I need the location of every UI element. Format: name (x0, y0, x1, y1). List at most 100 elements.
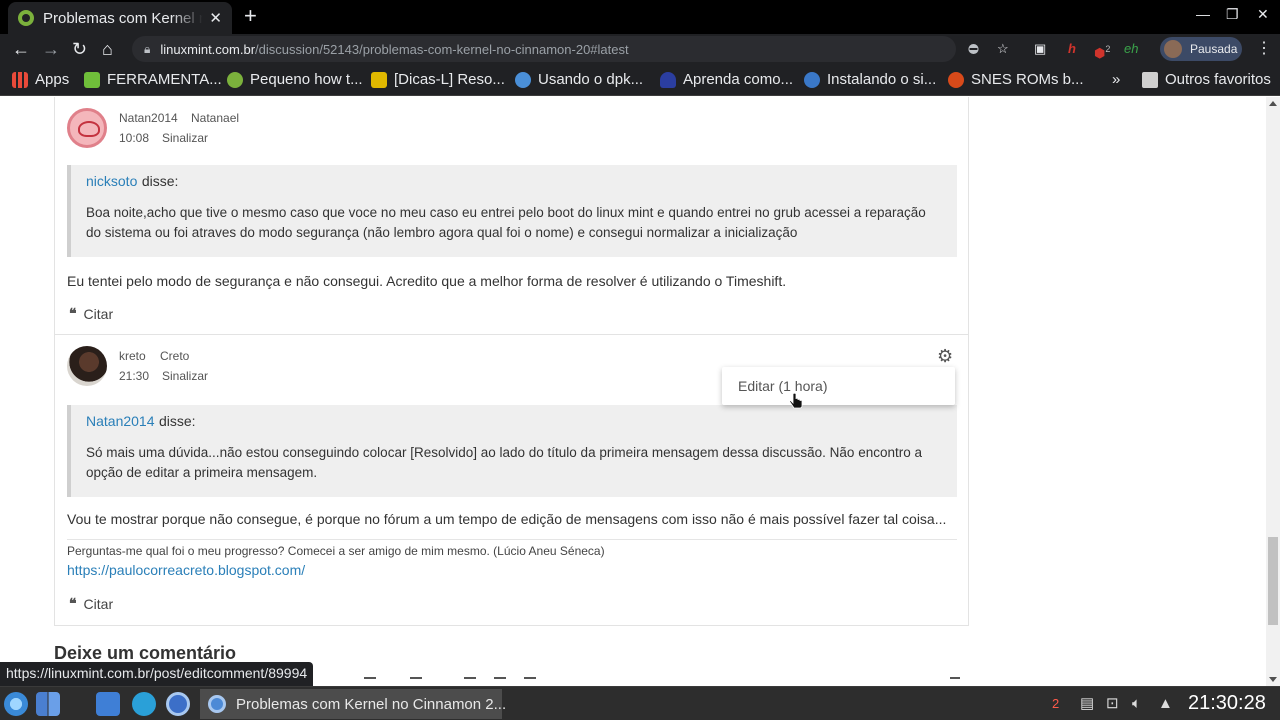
start-menu-icon[interactable] (4, 692, 28, 716)
forward-arrow-icon[interactable]: → (42, 38, 60, 60)
globe-icon (515, 71, 531, 88)
home-icon[interactable]: ⌂ (102, 38, 113, 60)
address-bar[interactable]: 🔒︎ linuxmint.com.br/discussion/52143/pro… (132, 36, 956, 62)
comment-username[interactable]: kreto (119, 349, 146, 363)
signature-text: Perguntas-me qual foi o meu progresso? C… (67, 544, 605, 558)
bookmark-label: Aprenda como... (683, 71, 794, 88)
cite-button[interactable]: ❝ Citar (69, 305, 113, 322)
edit-comment-menu-item[interactable]: Editar (1 hora) (738, 378, 827, 394)
align-center-icon[interactable] (494, 677, 506, 681)
workspace-switcher-icon[interactable] (36, 692, 60, 716)
telegram-icon[interactable] (132, 692, 156, 716)
bookmark-dicas-l[interactable]: [Dicas-L] Reso... (371, 71, 505, 88)
desktop-taskbar: Problemas com Kernel no Cinnamon 2... 2 … (0, 686, 1280, 720)
translate-blocked-icon[interactable]: ⛔︎ (968, 40, 979, 58)
quote-text: Só mais uma dúvida...não estou conseguin… (86, 445, 922, 480)
h-extension-icon[interactable]: h (1068, 40, 1076, 58)
gear-icon[interactable]: ⚙ (937, 347, 955, 365)
bookmarks-overflow-icon[interactable]: » (1112, 71, 1120, 88)
comment-username[interactable]: Natan2014 (119, 111, 178, 125)
bookmark-label: FERRAMENTA... (107, 71, 222, 88)
fullscreen-icon[interactable] (950, 677, 960, 681)
bookmark-aprenda-como[interactable]: Aprenda como... (660, 71, 793, 88)
quote-block: nicksoto disse: Boa noite,acho que tive … (67, 165, 957, 257)
taskbar-window-chromium[interactable]: Problemas com Kernel no Cinnamon 2... (200, 689, 506, 719)
volume-icon[interactable]: 🔈︎ (1132, 695, 1141, 713)
avatar[interactable] (67, 346, 107, 386)
quote-said: disse: (141, 173, 179, 189)
chromium-icon[interactable] (166, 692, 190, 716)
chromium-small-icon (208, 695, 226, 713)
bookmark-usando-dpkg[interactable]: Usando o dpk... (515, 71, 643, 88)
comment-fullname: Creto (160, 349, 190, 363)
dicas-l-icon (371, 71, 387, 88)
minimize-window-icon[interactable]: — (1196, 6, 1210, 22)
bookmark-snes-roms[interactable]: SNES ROMs b... (948, 71, 1084, 88)
bookmark-instalando[interactable]: Instalando o si... (804, 71, 936, 88)
bookmark-label: Usando o dpk... (538, 71, 644, 88)
quote-author-link[interactable]: nicksoto (86, 173, 137, 189)
browser-menu-icon[interactable]: ⋮ (1256, 38, 1272, 58)
new-tab-button[interactable]: + (244, 4, 257, 28)
profile-button[interactable]: Pausada (1160, 37, 1242, 61)
bookmark-apps[interactable]: Apps (12, 71, 69, 88)
flag-link[interactable]: Sinalizar (162, 369, 208, 383)
flag-link[interactable]: Sinalizar (162, 131, 208, 145)
quote-text: Boa noite,acho que tive o mesmo caso que… (86, 205, 926, 240)
network-icon[interactable]: ⊡ (1106, 695, 1119, 713)
taskbar-clock[interactable]: 21:30:28 (1188, 692, 1266, 715)
browser-tab-active[interactable]: Problemas com Kernel no Cinnamon 20 ✕ (8, 2, 232, 34)
leave-comment-heading: Deixe um comentário (54, 643, 237, 663)
scroll-up-arrow-icon[interactable] (1269, 101, 1277, 106)
comment-time[interactable]: 10:08 (119, 131, 149, 145)
scroll-down-arrow-icon[interactable] (1269, 677, 1277, 682)
profile-avatar (1164, 40, 1182, 58)
avatar[interactable] (67, 108, 107, 148)
back-arrow-icon[interactable]: ← (12, 38, 30, 60)
scroll-thumb[interactable] (1268, 537, 1278, 625)
bookmark-pequeno-how-to[interactable]: Pequeno how t... (227, 71, 363, 88)
bookmark-label: Pequeno how t... (250, 71, 363, 88)
ublock-extension-icon[interactable]: ⬢2 (1094, 40, 1110, 62)
restore-window-icon[interactable]: ❐ (1226, 6, 1239, 23)
bookmark-ferramenta[interactable]: FERRAMENTA... (84, 71, 222, 88)
page-viewport: Natan2014 Natanael 10:08 Sinalizar nicks… (0, 97, 1266, 686)
wordpress-icon (804, 71, 820, 88)
comment-fullname: Natanael (191, 111, 240, 125)
comment-natan2014: Natan2014 Natanael 10:08 Sinalizar nicks… (54, 97, 969, 335)
bookmark-label: Instalando o si... (827, 71, 937, 88)
cite-label: Citar (83, 595, 114, 612)
tab-close-icon[interactable]: ✕ (209, 9, 222, 27)
quote-author-link[interactable]: Natan2014 (86, 413, 155, 429)
files-folder-icon[interactable] (96, 692, 120, 716)
taskbar-window-title: Problemas com Kernel no Cinnamon 2... (236, 695, 507, 713)
signature-divider (67, 539, 957, 540)
bookmark-label: SNES ROMs b... (971, 71, 1084, 88)
bookmark-star-icon[interactable]: ☆ (997, 40, 1009, 58)
url-host: linuxmint.com.br (160, 41, 256, 57)
format-icon[interactable] (364, 677, 376, 681)
tray-expand-icon[interactable]: ▲ (1158, 695, 1173, 713)
comment-time[interactable]: 21:30 (119, 369, 149, 383)
signature-link[interactable]: https://paulocorreacreto.blogspot.com/ (67, 562, 305, 578)
image-icon[interactable] (410, 677, 422, 681)
lock-icon[interactable]: 🔒︎ (144, 42, 150, 57)
comment-kreto: kreto Creto 21:30 Sinalizar ⚙ Natan2014 … (54, 334, 969, 626)
eh-extension-icon[interactable]: eh (1124, 40, 1138, 58)
page-scrollbar[interactable] (1266, 97, 1280, 686)
cast-extension-icon[interactable]: ▣ (1034, 40, 1046, 58)
cite-button[interactable]: ❝ Citar (69, 595, 113, 612)
align-right-icon[interactable] (524, 677, 536, 681)
bookmark-other-folder[interactable]: Outros favoritos (1142, 71, 1271, 88)
notification-badge[interactable]: 2 (1052, 695, 1059, 713)
comment-options-dropdown: Editar (1 hora) (722, 367, 955, 405)
snes-icon (948, 71, 964, 88)
clipboard-icon[interactable]: ▤ (1080, 695, 1094, 713)
reload-icon[interactable]: ↻ (72, 38, 87, 60)
close-window-icon[interactable]: ✕ (1257, 6, 1269, 23)
aprenda-icon (660, 71, 676, 88)
linuxmint-favicon-icon (18, 10, 34, 26)
align-left-icon[interactable] (464, 677, 476, 681)
cite-label: Citar (83, 305, 114, 322)
quote-said: disse: (158, 413, 196, 429)
